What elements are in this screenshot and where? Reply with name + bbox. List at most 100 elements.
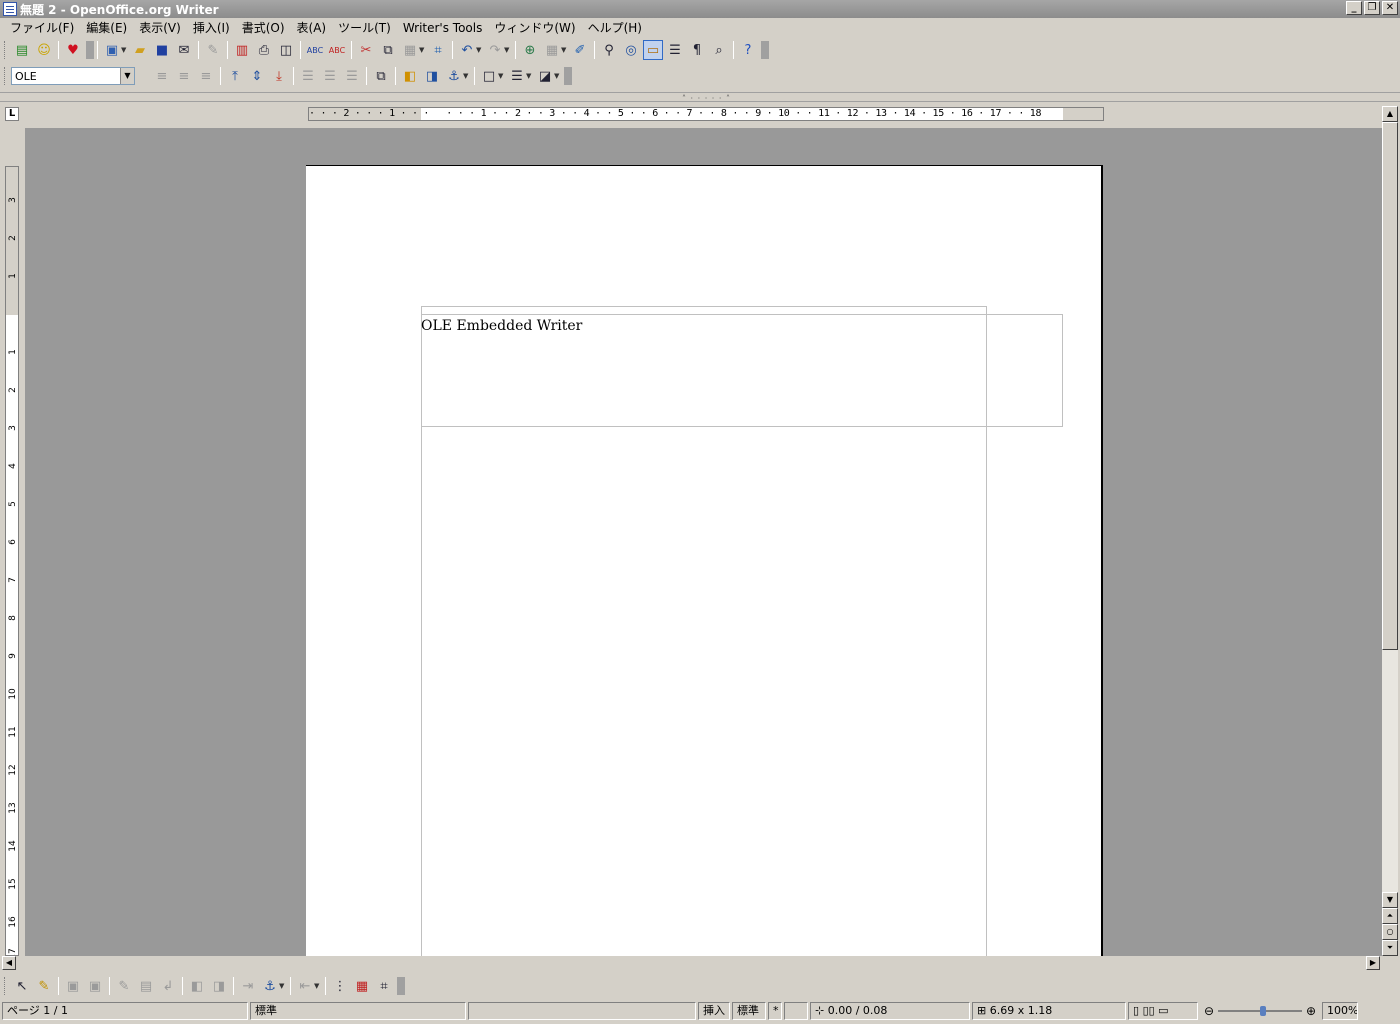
menu-window[interactable]: ウィンドウ(W)	[488, 19, 581, 36]
frame-align-top-icon[interactable]: ☰	[298, 66, 318, 86]
send-to-back-icon[interactable]: ◨	[422, 66, 442, 86]
to-foreground-icon[interactable]: ⇥	[238, 976, 258, 996]
zoom-out-icon[interactable]: ⊖	[1204, 1004, 1214, 1018]
previous-page-button[interactable]: ⏶	[1382, 908, 1398, 924]
chevron-down-icon[interactable]: ▼	[498, 72, 506, 80]
align-center-icon[interactable]: ⇕	[247, 66, 267, 86]
border-style-icon[interactable]: ☰	[507, 66, 527, 86]
menu-table[interactable]: 表(A)	[291, 19, 333, 36]
group-icon[interactable]: ▣	[63, 976, 83, 996]
toolbar-grip[interactable]	[4, 67, 7, 85]
redo-icon[interactable]: ↷	[485, 40, 505, 60]
frame-align-bottom-icon[interactable]: ☰	[342, 66, 362, 86]
alignment-icon[interactable]: ⇤	[295, 976, 315, 996]
zoom-knob[interactable]	[1260, 1006, 1266, 1016]
menu-view[interactable]: 表示(V)	[133, 19, 187, 36]
vertical-ruler[interactable]: 3 2 1 1 2 3 4 5 6 7 8 9 10 11 12 13 14 1…	[5, 166, 19, 956]
templates-icon[interactable]: ▣	[102, 40, 122, 60]
two-page-view-icon[interactable]: ▯▯	[1143, 1004, 1155, 1017]
selection-mode-status[interactable]: 標準	[732, 1002, 766, 1020]
edit-points-icon[interactable]: ✎	[34, 976, 54, 996]
wrap-through-icon[interactable]: ≡	[196, 66, 216, 86]
navigation-icon[interactable]: ○	[1382, 924, 1398, 940]
back-one-icon[interactable]: ◨	[209, 976, 229, 996]
align-top-icon[interactable]: ⤒	[225, 66, 245, 86]
insert-mode-status[interactable]: 挿入	[698, 1002, 730, 1020]
menu-insert[interactable]: 挿入(I)	[187, 19, 236, 36]
data-sources-icon[interactable]: ☰	[665, 40, 685, 60]
tab-stop-selector[interactable]: L	[5, 107, 19, 121]
wrap-on-icon[interactable]: ≡	[174, 66, 194, 86]
copy-icon[interactable]: ⧉	[378, 40, 398, 60]
table-icon[interactable]: ▦	[542, 40, 562, 60]
horizontal-ruler[interactable]: · · · 2 · · · 1 · · · · · · 1 · · 2 · · …	[308, 107, 1104, 121]
grid-icon[interactable]: ⋮	[330, 976, 350, 996]
new-document-icon[interactable]: ▤	[12, 40, 32, 60]
border-color-icon[interactable]: ◪	[535, 66, 555, 86]
save-icon[interactable]: ■	[152, 40, 172, 60]
edit-group-icon[interactable]: ✎	[114, 976, 134, 996]
heart-icon[interactable]: ♥	[63, 40, 83, 60]
helplines-icon[interactable]: ▦	[352, 976, 372, 996]
format-paintbrush-icon[interactable]: ⌗	[428, 40, 448, 60]
align-bottom-icon[interactable]: ⤓	[269, 66, 289, 86]
forward-one-icon[interactable]: ◧	[187, 976, 207, 996]
chevron-down-icon[interactable]: ▼	[419, 46, 427, 54]
zoom-track[interactable]	[1218, 1006, 1302, 1016]
toolbar-overflow-button[interactable]	[564, 67, 572, 85]
formatting-marks-icon[interactable]: ¶	[687, 40, 707, 60]
page-number-status[interactable]: ページ 1 / 1	[2, 1002, 248, 1020]
bring-to-front-icon[interactable]: ◧	[400, 66, 420, 86]
zoom-slider[interactable]: ⊖ ⊕	[1200, 1002, 1320, 1020]
chevron-down-icon[interactable]: ▼	[279, 982, 287, 990]
toolbar-overflow-button[interactable]	[397, 977, 405, 995]
select-pointer-icon[interactable]: ↖	[12, 976, 32, 996]
menu-tools[interactable]: ツール(T)	[332, 19, 397, 36]
chevron-down-icon[interactable]: ▼	[554, 72, 562, 80]
zoom-icon[interactable]: ⌕	[709, 40, 729, 60]
spellcheck-icon[interactable]: ABC	[305, 40, 325, 60]
menu-edit[interactable]: 編集(E)	[80, 19, 133, 36]
toolbar-overflow-button[interactable]	[761, 41, 769, 59]
chevron-down-icon[interactable]: ▼	[463, 72, 471, 80]
toolbar-dock-divider[interactable]: ˄ · · · · · ˄	[0, 92, 1400, 103]
zoom-level-status[interactable]: 100%	[1322, 1002, 1358, 1020]
chevron-down-icon[interactable]: ▼	[120, 68, 134, 84]
borders-icon[interactable]: □	[479, 66, 499, 86]
menu-file[interactable]: ファイル(F)	[4, 19, 80, 36]
book-view-icon[interactable]: ▭	[1158, 1004, 1168, 1017]
frame-align-middle-icon[interactable]: ☰	[320, 66, 340, 86]
chevron-down-icon[interactable]: ▼	[121, 46, 129, 54]
page-preview-icon[interactable]: ◫	[276, 40, 296, 60]
minimize-button[interactable]: _	[1346, 1, 1362, 15]
document-page[interactable]: OLE Embedded Writer	[306, 165, 1103, 956]
next-page-button[interactable]: ⏷	[1382, 940, 1398, 956]
export-pdf-icon[interactable]: ▥	[232, 40, 252, 60]
wrap-off-icon[interactable]: ≡	[152, 66, 172, 86]
ungroup-icon[interactable]: ▣	[85, 976, 105, 996]
ole-embedded-text[interactable]: OLE Embedded Writer	[421, 318, 582, 334]
chevron-down-icon[interactable]: ▼	[314, 982, 322, 990]
scroll-right-button[interactable]: ▶	[1366, 956, 1380, 970]
horizontal-scrollbar[interactable]: ◀ ▶	[0, 956, 1382, 970]
open-icon[interactable]: ▰	[130, 40, 150, 60]
vertical-scrollbar[interactable]: ▲ ▼ ⏶ ○ ⏷	[1382, 106, 1398, 956]
vertical-scroll-thumb[interactable]	[1382, 122, 1398, 650]
toolbar-grip[interactable]	[4, 977, 7, 995]
restore-button[interactable]: ❐	[1364, 1, 1380, 15]
single-page-view-icon[interactable]: ▯	[1133, 1004, 1139, 1017]
help-icon[interactable]: ?	[738, 40, 758, 60]
edit-file-icon[interactable]: ✎	[203, 40, 223, 60]
digital-signature-status[interactable]	[784, 1002, 808, 1020]
wrap-icon[interactable]: ↲	[158, 976, 178, 996]
object-properties-icon[interactable]: ⧉	[371, 66, 391, 86]
menu-format[interactable]: 書式(O)	[236, 19, 291, 36]
draw-functions-icon[interactable]: ✐	[570, 40, 590, 60]
toolbar-overflow-button[interactable]	[86, 41, 94, 59]
paste-icon[interactable]: ▦	[400, 40, 420, 60]
gallery-icon[interactable]: ▭	[643, 40, 663, 60]
anchor-icon[interactable]: ⚓	[260, 976, 280, 996]
chevron-down-icon[interactable]: ▼	[504, 46, 512, 54]
hyperlink-icon[interactable]: ⊕	[520, 40, 540, 60]
find-replace-icon[interactable]: ⚲	[599, 40, 619, 60]
